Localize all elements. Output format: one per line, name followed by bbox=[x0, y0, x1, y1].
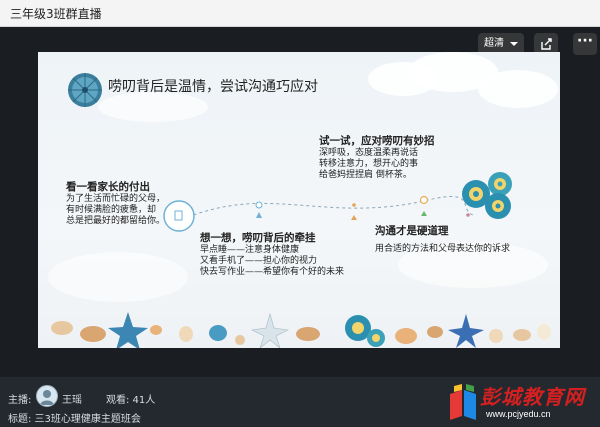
block-line: 快去写作业——希望你有个好的未来 bbox=[200, 267, 345, 277]
block-heading: 试一试，应对唠叨有妙招 bbox=[319, 135, 435, 147]
block-heading: 看一看家长的付出 bbox=[66, 181, 150, 193]
block-line: 为了生活而忙碌的父母， bbox=[66, 194, 166, 204]
book-logo-icon bbox=[450, 384, 476, 420]
live-topic: 标题: 三3班心理健康主题班会 bbox=[8, 414, 141, 425]
block-communication: 沟通才是硬道理 用合适的方法和父母表达你的诉求 bbox=[375, 225, 510, 255]
host-name[interactable]: 王瑶 bbox=[62, 391, 82, 406]
watermark-url: www.pcjyedu.cn bbox=[486, 409, 551, 419]
presentation-slide: 唠叨背后是温情，尝试沟通巧应对 看一看家长的付出 为了生活而忙碌的父母， 有时候… bbox=[38, 52, 560, 348]
host-label: 主播: bbox=[8, 395, 32, 406]
user-avatar-icon bbox=[40, 390, 54, 405]
block-nagging-care: 想一想，唠叨背后的牵挂 早点睡——注意身体健康 又看手机了——担心你的视力 快去… bbox=[200, 232, 344, 278]
block-family-effort: 看一看家长的付出 为了生活而忙碌的父母， 有时候满脸的疲惫，却 总是把最好的都留… bbox=[66, 181, 165, 227]
sea-urchin-icon bbox=[68, 73, 102, 107]
viewer-count: 观看: 41人 bbox=[106, 395, 156, 406]
more-options-button[interactable]: ··· bbox=[573, 33, 597, 55]
sea-urchin-cluster-icon bbox=[462, 172, 512, 219]
site-watermark: 彭城教育网 www.pcjyedu.cn bbox=[446, 377, 600, 427]
avatar[interactable] bbox=[36, 385, 58, 407]
block-line: 给爸妈捏捏肩 倒杯茶。 bbox=[319, 170, 412, 180]
block-coping-tips: 试一试，应对唠叨有妙招 深呼吸，态度温柔再说话 转移注意力，想开心的事 给爸妈捏… bbox=[319, 135, 435, 181]
block-heading: 想一想，唠叨背后的牵挂 bbox=[200, 232, 316, 244]
block-line: 早点睡——注意身体健康 bbox=[200, 245, 300, 255]
block-line: 深呼吸，态度温柔再说话 bbox=[319, 148, 419, 158]
block-line: 用合适的方法和父母表达你的诉求 bbox=[375, 244, 511, 254]
block-line: 有时候满脸的疲惫，却 bbox=[66, 205, 157, 215]
more-dots-icon: ··· bbox=[577, 33, 593, 49]
chevron-down-icon bbox=[510, 42, 518, 46]
block-heading: 沟通才是硬道理 bbox=[375, 225, 449, 237]
watermark-name: 彭城教育网 bbox=[480, 385, 585, 409]
shell-border bbox=[51, 312, 551, 348]
window-titlebar: 三年级3班群直播 bbox=[0, 0, 600, 27]
slide-title: 唠叨背后是温情，尝试沟通巧应对 bbox=[108, 79, 318, 95]
block-line: 又看手机了——担心你的视力 bbox=[200, 256, 318, 266]
block-line: 总是把最好的都留给你。 bbox=[66, 216, 166, 226]
window-title: 三年级3班群直播 bbox=[10, 7, 102, 21]
block-line: 转移注意力，想开心的事 bbox=[319, 159, 419, 169]
quality-label: 超清 bbox=[484, 38, 504, 49]
